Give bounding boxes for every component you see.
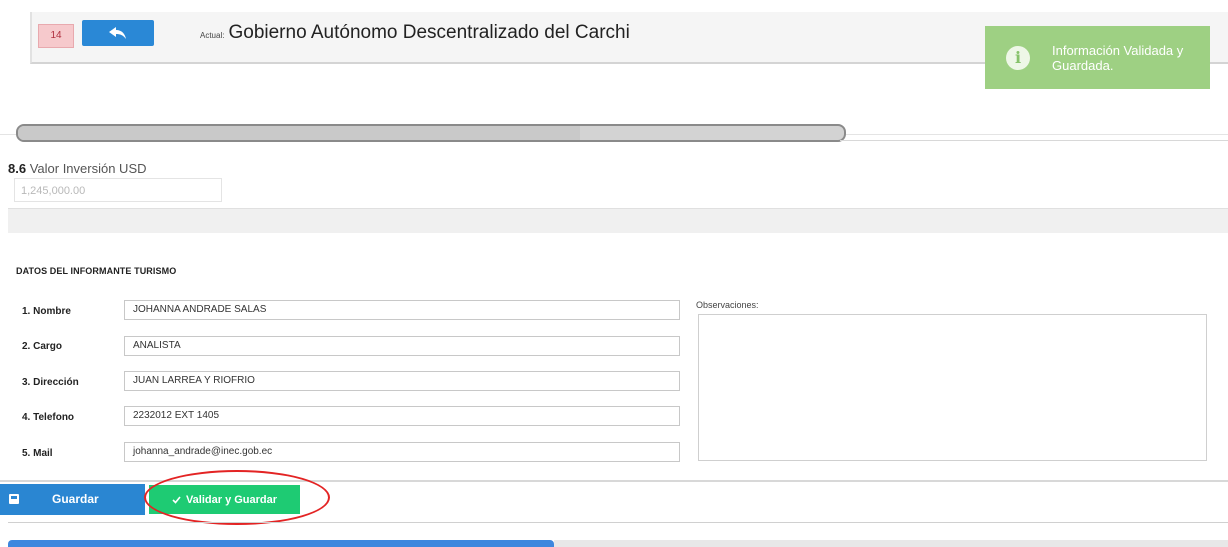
- progress-fill: [18, 126, 580, 140]
- address-field[interactable]: JUAN LARREA Y RIOFRIO: [124, 371, 680, 391]
- address-label: 3. Dirección: [22, 377, 79, 388]
- mail-field[interactable]: johanna_andrade@inec.gob.ec: [124, 442, 680, 462]
- progress-separator: [840, 140, 1228, 141]
- entity-prefix: Actual:: [200, 31, 225, 40]
- bottom-scrollbar-thumb[interactable]: [8, 540, 554, 547]
- floppy-disk-icon: [9, 494, 19, 504]
- bottom-scrollbar-track[interactable]: [554, 540, 1228, 547]
- page-number-badge: 14: [38, 24, 74, 48]
- save-button[interactable]: Guardar: [0, 484, 145, 515]
- current-entity: Actual: Gobierno Autónomo Descentralizad…: [200, 22, 630, 44]
- section-band: [8, 208, 1228, 233]
- toast-message: Información Validada y Guardada.: [1052, 42, 1184, 73]
- investment-number: 8.6: [8, 161, 27, 176]
- success-toast[interactable]: i Información Validada y Guardada.: [985, 26, 1210, 89]
- back-arrow-icon: [109, 27, 126, 39]
- investment-label: 8.6 Valor Inversión USD: [8, 161, 147, 176]
- back-button[interactable]: [82, 20, 154, 46]
- name-label: 1. Nombre: [22, 306, 71, 317]
- investment-label-text: Valor Inversión USD: [29, 161, 147, 176]
- position-label: 2. Cargo: [22, 341, 63, 352]
- observations-label: Observaciones:: [696, 300, 759, 310]
- observations-textarea[interactable]: [698, 314, 1207, 461]
- section-title: DATOS DEL INFORMANTE TURISMO: [16, 266, 177, 276]
- investment-value-field[interactable]: 1,245,000.00: [14, 178, 222, 202]
- progress-bar: [16, 124, 846, 142]
- position-field[interactable]: ANALISTA: [124, 336, 680, 356]
- bottom-divider: [8, 522, 1228, 523]
- phone-label: 4. Telefono: [22, 412, 75, 423]
- phone-field[interactable]: 2232012 EXT 1405: [124, 406, 680, 426]
- highlight-annotation-circle: [144, 470, 330, 525]
- mail-label: 5. Mail: [22, 448, 53, 459]
- info-icon: i: [1006, 45, 1030, 70]
- entity-name: Gobierno Autónomo Descentralizado del Ca…: [228, 22, 630, 43]
- name-field[interactable]: JOHANNA ANDRADE SALAS: [124, 300, 680, 320]
- save-button-label: Guardar: [52, 492, 99, 506]
